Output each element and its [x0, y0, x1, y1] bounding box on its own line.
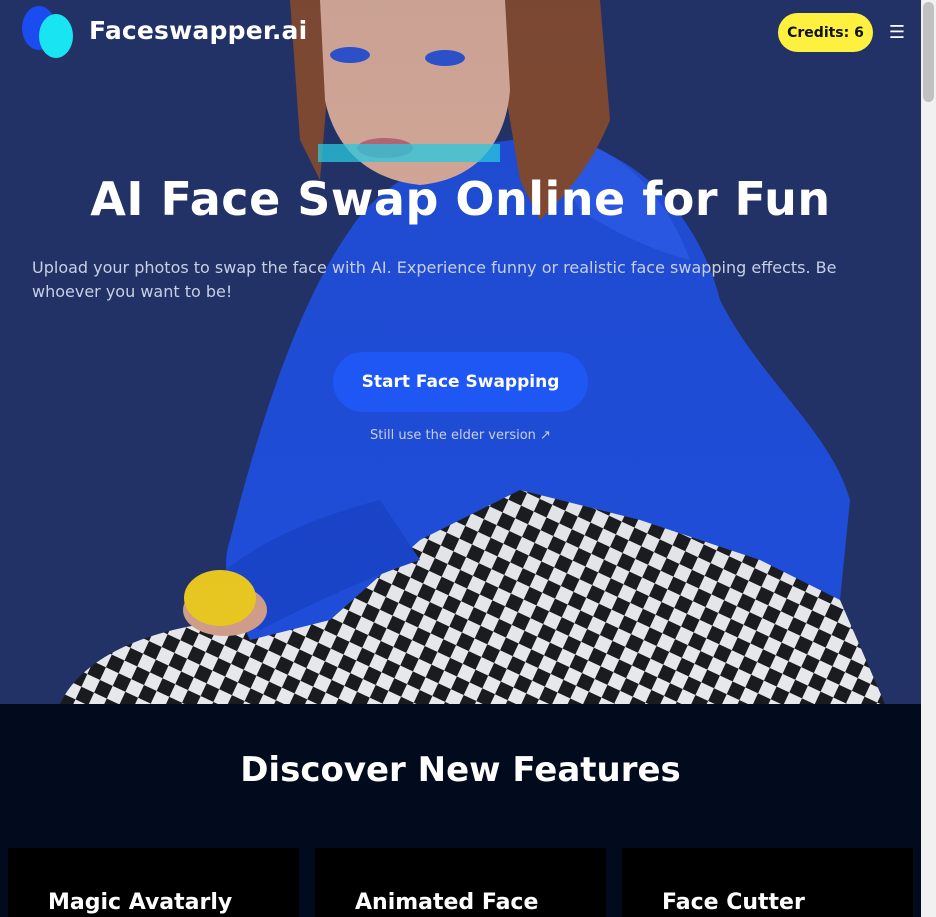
hero-subtitle: Upload your photos to swap the face with…	[32, 258, 837, 301]
feature-card-title: Magic Avatarly	[48, 890, 233, 915]
hero-section: Faceswapper.ai Credits: 6 ☰ AI Face Swap…	[0, 0, 921, 704]
logo-icon[interactable]	[22, 6, 74, 58]
start-face-swapping-button[interactable]: Start Face Swapping	[333, 352, 588, 412]
page-scrollbar[interactable]	[921, 0, 936, 917]
feature-card-face-cutter[interactable]: Face Cutter	[622, 848, 913, 917]
brand-name[interactable]: Faceswapper.ai	[89, 16, 307, 45]
feature-card-title: Animated Face	[355, 890, 539, 915]
hero-title: AI Face Swap Online for Fun	[90, 172, 831, 226]
feature-card-title: Face Cutter	[662, 890, 805, 915]
top-navigation-bar: Faceswapper.ai Credits: 6 ☰	[0, 0, 921, 66]
elder-version-link[interactable]: Still use the elder version ↗	[0, 428, 921, 443]
features-title: Discover New Features	[240, 750, 681, 790]
credits-button[interactable]: Credits: 6	[778, 13, 873, 52]
features-section: Discover New Features Magic Avatarly Ani…	[0, 704, 921, 917]
feature-card-magic-avatarly[interactable]: Magic Avatarly	[8, 848, 299, 917]
feature-card-animated-face[interactable]: Animated Face	[315, 848, 606, 917]
hamburger-menu-icon[interactable]: ☰	[886, 22, 908, 44]
scrollbar-thumb[interactable]	[923, 2, 934, 102]
